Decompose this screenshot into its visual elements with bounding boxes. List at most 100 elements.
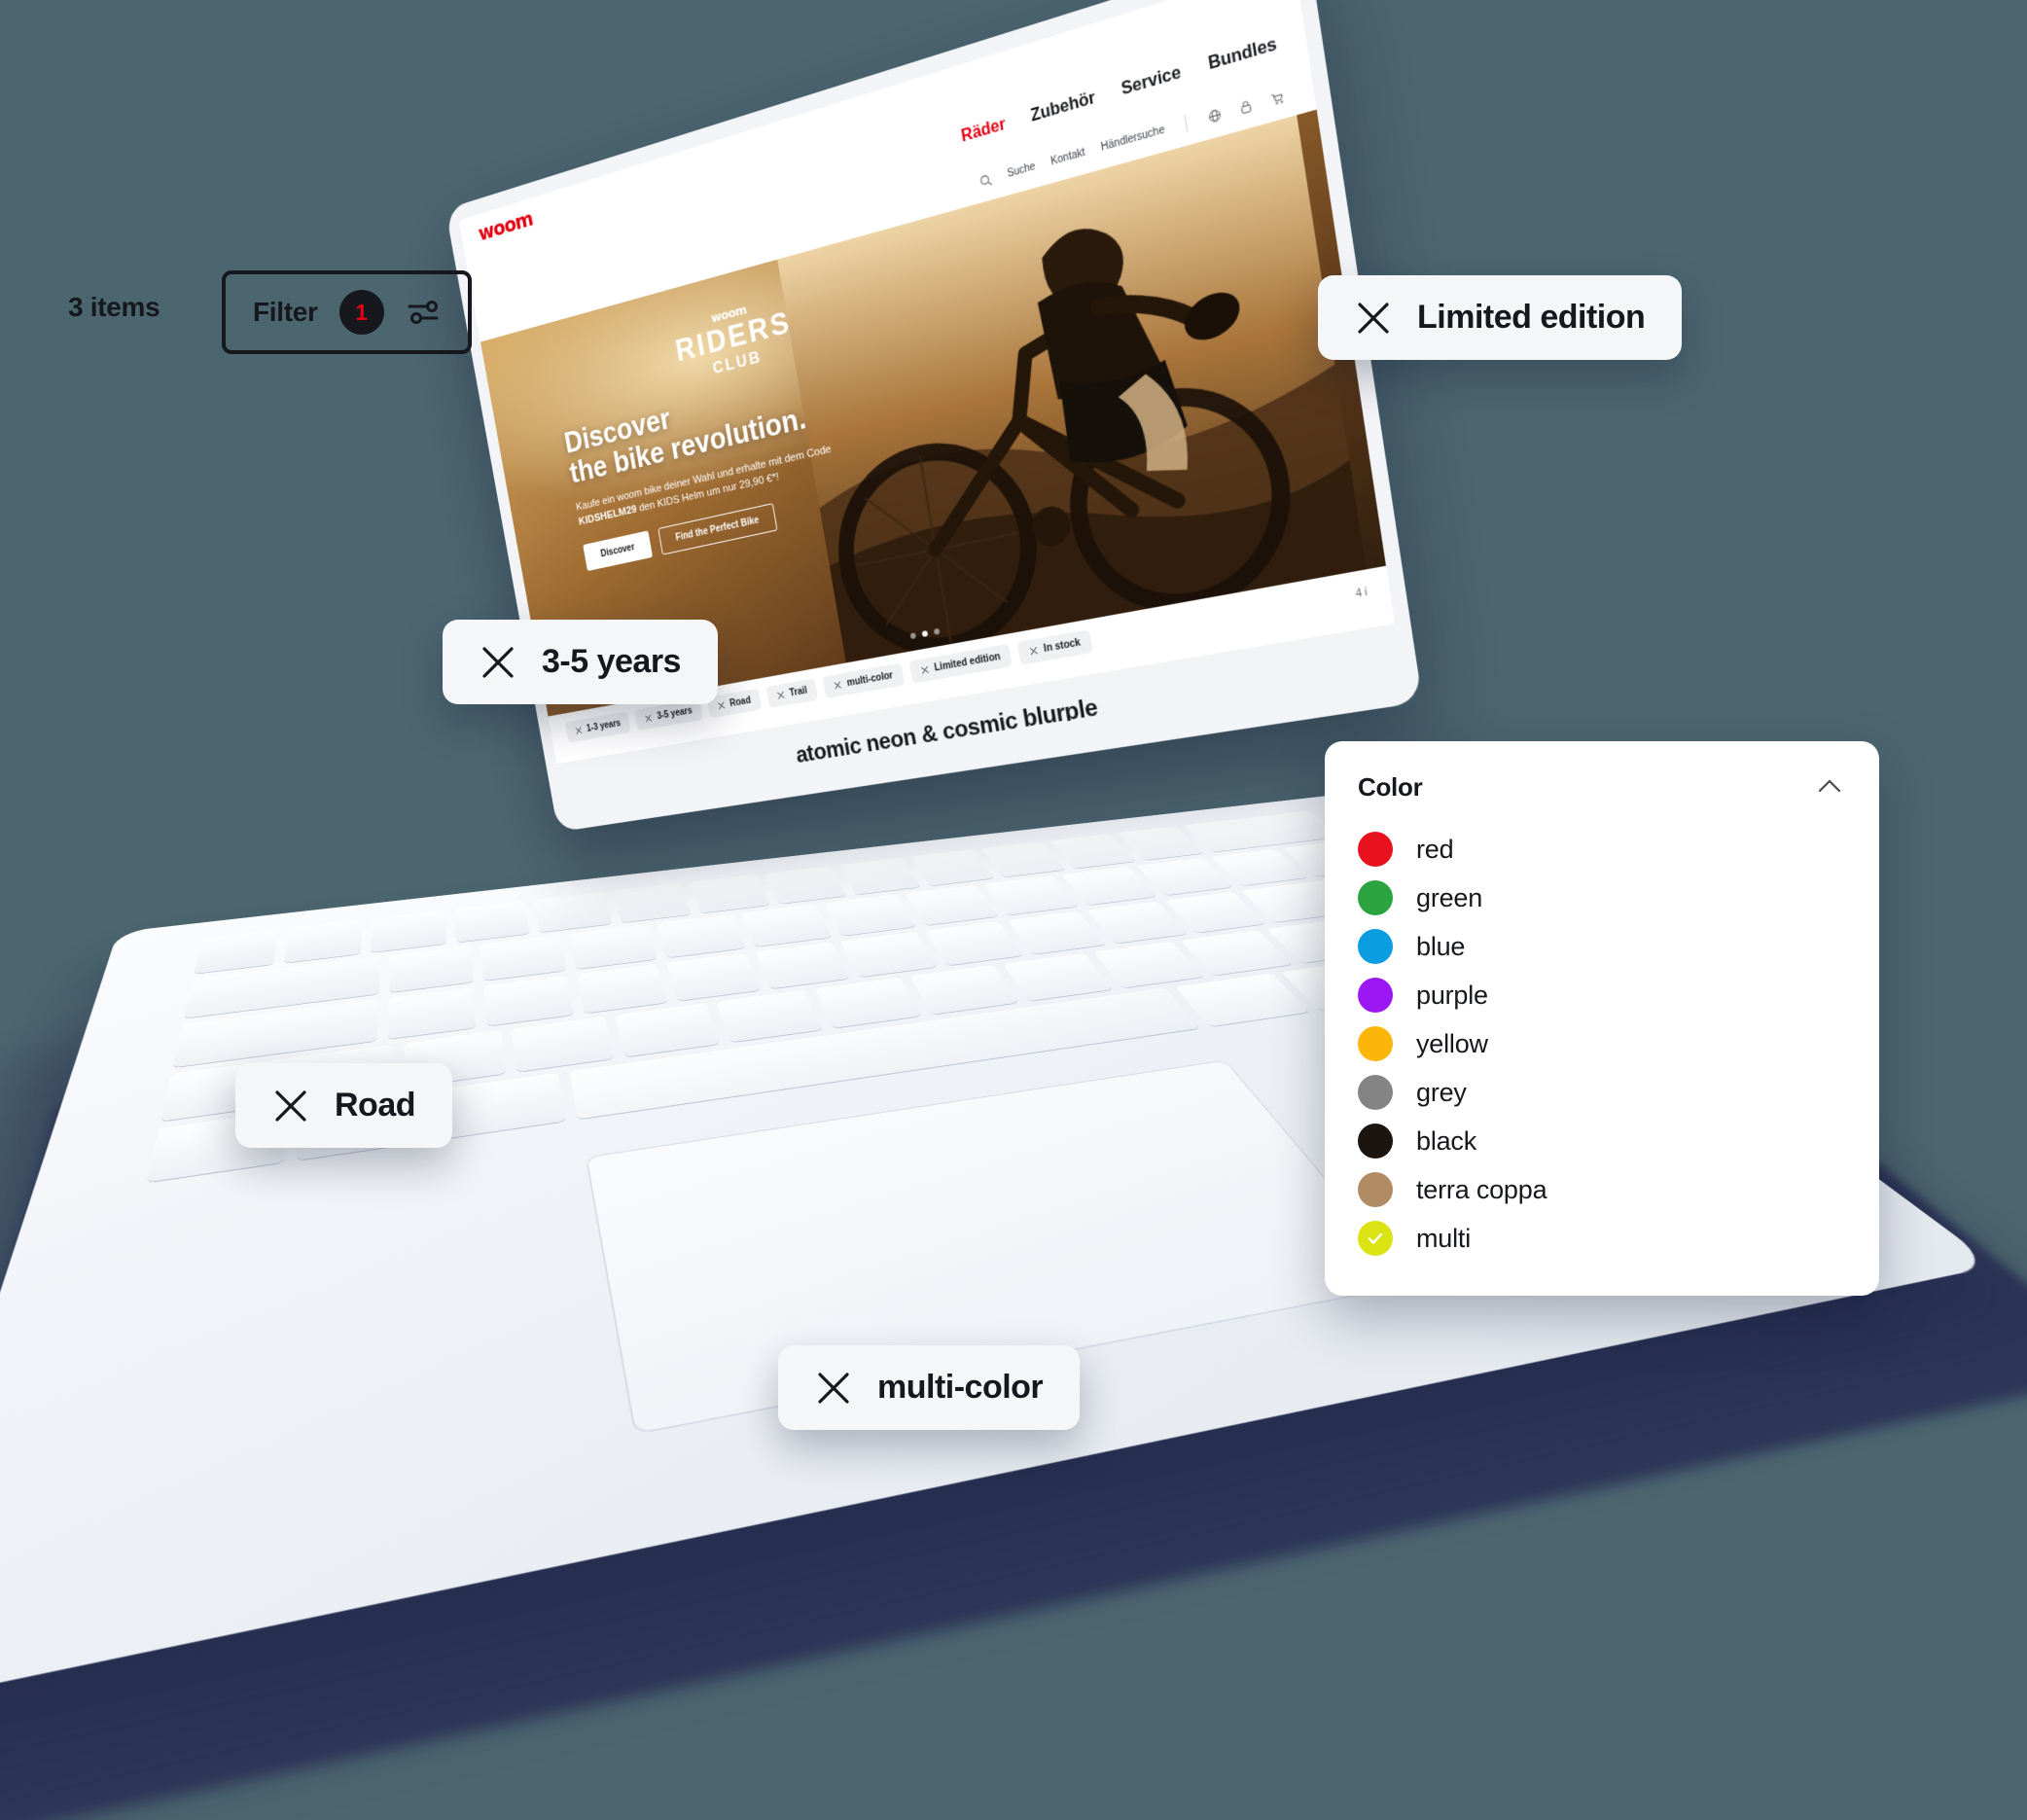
discover-button[interactable]: Discover bbox=[583, 530, 654, 571]
chip-label: multi-color bbox=[877, 1369, 1044, 1406]
hero-headline: Discover the bike revolution. bbox=[561, 400, 809, 490]
color-panel-header[interactable]: Color bbox=[1358, 770, 1846, 803]
sliders-icon bbox=[406, 295, 441, 330]
divider bbox=[1184, 114, 1189, 132]
items-count-label: 3 items bbox=[68, 292, 160, 322]
globe-icon[interactable] bbox=[1207, 106, 1223, 124]
color-option-purple[interactable]: purple bbox=[1358, 971, 1846, 1019]
close-x-icon[interactable] bbox=[717, 701, 726, 711]
keyboard-row bbox=[172, 873, 1424, 1068]
color-swatch[interactable] bbox=[1358, 1221, 1393, 1256]
chevron-up-icon[interactable] bbox=[1813, 770, 1846, 803]
cart-icon[interactable] bbox=[1269, 89, 1286, 107]
color-option-label: black bbox=[1416, 1125, 1477, 1156]
chip-label: Trail bbox=[788, 685, 808, 699]
active-filter-chip[interactable]: Limited edition bbox=[908, 643, 1014, 684]
color-option-yellow[interactable]: yellow bbox=[1358, 1019, 1846, 1068]
riders-club-line1: RIDERS bbox=[672, 303, 795, 368]
chip-row-count: 4 i bbox=[1354, 587, 1369, 601]
nav-item-zubehoer[interactable]: Zubehör bbox=[1029, 89, 1096, 126]
color-swatch[interactable] bbox=[1358, 1172, 1393, 1207]
content-body-brand: woom bbox=[777, 780, 807, 797]
carousel-dot[interactable] bbox=[933, 627, 941, 635]
chip-label: Road bbox=[729, 695, 752, 710]
color-option-label: blue bbox=[1416, 931, 1466, 961]
keyboard-row bbox=[184, 840, 1381, 1018]
active-filter-chip[interactable]: In stock bbox=[1016, 629, 1093, 665]
nav-item-service[interactable]: Service bbox=[1120, 63, 1183, 100]
filter-button[interactable]: Filter 1 bbox=[222, 270, 472, 354]
color-option-multi[interactable]: multi bbox=[1358, 1214, 1846, 1263]
color-option-label: red bbox=[1416, 834, 1454, 864]
content-body-middle: ORIGINAL ④ zusammenbaust, welches Werkze… bbox=[804, 699, 1333, 802]
close-x-icon[interactable] bbox=[920, 665, 930, 675]
filter-active-count-badge: 1 bbox=[338, 290, 384, 335]
close-x-icon[interactable] bbox=[1029, 646, 1039, 657]
site-main-nav: Räder Zubehör Service Bundles bbox=[465, 7, 1310, 306]
color-swatch[interactable] bbox=[1358, 880, 1393, 915]
mockup-stage: woom Räder Zubehör Service Bundles Suche… bbox=[0, 0, 2027, 1820]
chip-label: Limited edition bbox=[1417, 299, 1646, 336]
riders-club-badge: woom RIDERS CLUB bbox=[549, 254, 934, 417]
carousel-dot[interactable] bbox=[909, 632, 917, 640]
color-swatch[interactable] bbox=[1358, 1075, 1393, 1110]
hero-subtext: Kaufe ein woom bike deiner Wahl und erha… bbox=[575, 436, 856, 530]
color-option-green[interactable]: green bbox=[1358, 874, 1846, 922]
lock-icon[interactable] bbox=[1238, 97, 1255, 116]
active-filter-chip[interactable]: 1-3 years bbox=[564, 711, 631, 743]
color-option-red[interactable]: red bbox=[1358, 825, 1846, 874]
color-option-label: grey bbox=[1416, 1077, 1467, 1107]
active-filter-chip[interactable]: multi-color bbox=[822, 662, 906, 698]
nav-item-raeder[interactable]: Räder bbox=[960, 116, 1007, 147]
chip-limited-edition[interactable]: Limited edition bbox=[1318, 275, 1683, 360]
close-x-icon[interactable] bbox=[575, 726, 584, 734]
chip-label: Limited edition bbox=[933, 651, 1002, 674]
close-x-icon[interactable] bbox=[776, 691, 785, 700]
chip-label: 3-5 years bbox=[542, 643, 681, 680]
color-swatch[interactable] bbox=[1358, 1026, 1393, 1061]
riders-club-brand: woom bbox=[709, 302, 748, 327]
util-link-haendlersuche[interactable]: Händlersuche bbox=[1100, 124, 1165, 153]
riders-club-line2: CLUB bbox=[711, 346, 764, 377]
filter-button-label: Filter bbox=[253, 297, 318, 327]
hero-carousel-dots bbox=[909, 627, 941, 640]
laptop-screen-lid: woom Räder Zubehör Service Bundles Suche… bbox=[445, 0, 1423, 833]
hero-subtext-part1: Kaufe ein woom bike deiner Wahl und erha… bbox=[575, 443, 833, 514]
color-swatch[interactable] bbox=[1358, 978, 1393, 1013]
color-option-list: red green blue purple yellow grey black terra c… bbox=[1358, 825, 1846, 1263]
util-link-kontakt[interactable]: Kontakt bbox=[1050, 146, 1086, 167]
site-utility-nav: Suche Kontakt Händlersuche bbox=[474, 65, 1317, 342]
chip-3-5-years[interactable]: 3-5 years bbox=[443, 620, 718, 704]
color-swatch[interactable] bbox=[1358, 929, 1393, 964]
close-x-icon[interactable] bbox=[834, 680, 843, 690]
color-option-blue[interactable]: blue bbox=[1358, 922, 1846, 971]
carousel-dot-active[interactable] bbox=[921, 630, 929, 638]
color-option-terra-coppa[interactable]: terra coppa bbox=[1358, 1165, 1846, 1214]
hero-promo-code: KIDSHELM29 bbox=[578, 503, 638, 528]
nav-item-bundles[interactable]: Bundles bbox=[1207, 35, 1278, 75]
chip-road[interactable]: Road bbox=[235, 1063, 452, 1148]
color-swatch[interactable] bbox=[1358, 1124, 1393, 1159]
color-option-label: yellow bbox=[1416, 1028, 1488, 1058]
chip-label: Road bbox=[335, 1087, 416, 1124]
hero-content: woom RIDERS CLUB Discover the bike revol… bbox=[549, 254, 962, 571]
close-x-icon[interactable] bbox=[645, 714, 654, 724]
util-link-suche[interactable]: Suche bbox=[1007, 161, 1036, 180]
close-x-icon[interactable] bbox=[1355, 300, 1392, 337]
close-x-icon[interactable] bbox=[272, 1088, 309, 1124]
color-swatch[interactable] bbox=[1358, 832, 1393, 867]
find-perfect-bike-button[interactable]: Find the Perfect Bike bbox=[658, 502, 778, 555]
chip-label: multi-color bbox=[846, 670, 894, 690]
site-header: woom bbox=[458, 0, 1301, 259]
close-x-icon[interactable] bbox=[480, 644, 516, 681]
color-panel-title: Color bbox=[1358, 771, 1423, 802]
active-filter-chip[interactable]: Trail bbox=[765, 678, 819, 709]
color-option-black[interactable]: black bbox=[1358, 1117, 1846, 1165]
color-option-grey[interactable]: grey bbox=[1358, 1068, 1846, 1117]
close-x-icon[interactable] bbox=[815, 1370, 852, 1407]
search-icon[interactable] bbox=[978, 171, 993, 188]
chip-multi-color[interactable]: multi-color bbox=[778, 1345, 1081, 1430]
color-option-label: purple bbox=[1416, 980, 1488, 1010]
hero-subtext-part2: den KIDS Helm um nur 29,90 €*! bbox=[635, 471, 780, 516]
woom-logo[interactable]: woom bbox=[477, 206, 534, 245]
